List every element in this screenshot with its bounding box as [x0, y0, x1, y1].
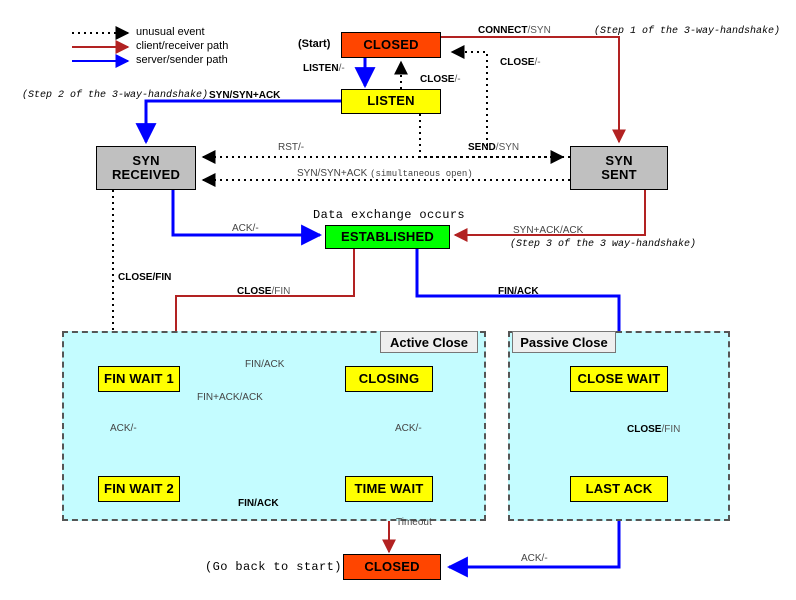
state-syn-sent-line2: SENT	[601, 167, 637, 182]
label-close-fin-passive-action: /FIN	[661, 424, 681, 435]
label-send-syn-event: SEND	[468, 142, 496, 153]
label-fin-ack-ack-text: FIN+ACK/ACK	[197, 392, 263, 403]
label-connect-syn: CONNECT/SYN	[478, 25, 551, 36]
start-annotation: (Start)	[298, 38, 331, 50]
label-timeout: Timeout	[396, 517, 432, 528]
step3-annotation: (Step 3 of the 3 way-handshake)	[510, 239, 697, 250]
label-syn-synack-text: SYN/SYN+ACK	[209, 90, 281, 101]
label-close-dash-mid-action: /-	[454, 74, 461, 85]
label-ack-dash-finwait1: ACK/-	[110, 423, 137, 434]
label-ack-dash-left: ACK/-	[232, 223, 259, 234]
label-rst-dash-text: RST/-	[278, 142, 305, 153]
label-close-dash-right-action: /-	[534, 57, 541, 68]
label-close-fin-mid-event: CLOSE	[237, 286, 272, 297]
tcp-state-diagram: unusual event client/receiver path serve…	[0, 0, 796, 600]
label-close-dash-mid: CLOSE/-	[420, 74, 461, 85]
label-fin-ack-right: FIN/ACK	[498, 286, 539, 297]
edge-synsent-to-closed	[450, 45, 488, 146]
label-close-fin-left-text: CLOSE/FIN	[118, 272, 172, 283]
label-close-fin-left: CLOSE/FIN	[118, 272, 171, 283]
edge-listen-to-synreceived	[135, 99, 341, 145]
state-last-ack[interactable]: LAST ACK	[570, 476, 668, 502]
state-syn-sent[interactable]: SYN SENT	[570, 146, 668, 190]
label-close-dash-right: CLOSE/-	[500, 57, 541, 68]
label-ack-dash-closing-text: ACK/-	[395, 423, 422, 434]
label-close-fin-mid-action: /FIN	[271, 286, 291, 297]
label-fin-ack-bottom-text: FIN/ACK	[238, 498, 279, 509]
state-fin-wait-2[interactable]: FIN WAIT 2	[98, 476, 180, 502]
state-syn-sent-line1: SYN	[605, 152, 633, 168]
state-syn-received[interactable]: SYN RECEIVED	[96, 146, 196, 190]
legend-label-server-path: server/sender path	[136, 54, 228, 66]
label-fin-ack-top-text: FIN/ACK	[245, 359, 285, 370]
label-ack-dash-lastack: ACK/-	[521, 553, 548, 564]
label-syn-synack: SYN/SYN+ACK	[209, 90, 280, 101]
state-closed-bottom[interactable]: CLOSED	[343, 554, 441, 580]
label-close-dash-right-event: CLOSE	[500, 57, 535, 68]
state-listen[interactable]: LISTEN	[341, 89, 441, 114]
label-syn-synack-simultaneous: SYN/SYN+ACK (simultaneous open)	[297, 168, 473, 179]
label-syn-synack-sim-text: SYN/SYN+ACK	[297, 168, 368, 179]
edge-closed-to-synsent	[441, 36, 626, 144]
label-close-fin-passive: CLOSE/FIN	[627, 424, 680, 435]
label-connect-syn-action: /SYN	[527, 25, 551, 36]
label-ack-dash-lastack-text: ACK/-	[521, 553, 548, 564]
label-fin-ack-ack: FIN+ACK/ACK	[197, 392, 263, 403]
step1-annotation: (Step 1 of the 3-way-handshake)	[594, 26, 781, 37]
label-listen-dash: LISTEN/-	[303, 63, 345, 74]
label-connect-syn-event: CONNECT	[478, 25, 528, 36]
label-close-fin-mid: CLOSE/FIN	[237, 286, 290, 297]
state-fin-wait-1[interactable]: FIN WAIT 1	[98, 366, 180, 392]
label-ack-dash-finwait1-text: ACK/-	[110, 423, 137, 434]
label-listen-dash-event: LISTEN	[303, 63, 339, 74]
state-time-wait[interactable]: TIME WAIT	[345, 476, 433, 502]
go-back-to-start-annotation: (Go back to start)	[205, 560, 342, 574]
label-close-fin-passive-event: CLOSE	[627, 424, 662, 435]
label-fin-ack-right-text: FIN/ACK	[498, 286, 539, 297]
state-syn-received-line2: RECEIVED	[111, 167, 181, 182]
data-exchange-annotation: Data exchange occurs	[313, 208, 466, 222]
step2-annotation: (Step 2 of the 3-way-handshake)	[22, 90, 209, 101]
label-fin-ack-bottom: FIN/ACK	[238, 498, 279, 509]
state-closing[interactable]: CLOSING	[345, 366, 433, 392]
label-synack-ack-text: SYN+ACK/ACK	[513, 225, 584, 236]
label-ack-dash-left-text: ACK/-	[232, 223, 259, 234]
label-close-dash-mid-event: CLOSE	[420, 74, 455, 85]
passive-close-panel-title: Passive Close	[512, 331, 616, 353]
label-send-syn-action: /SYN	[495, 142, 520, 153]
label-simultaneous-open-text: (simultaneous open)	[370, 169, 473, 179]
label-listen-dash-action: /-	[338, 63, 345, 74]
state-closed-top[interactable]: CLOSED	[341, 32, 441, 58]
state-syn-received-line1: SYN	[132, 152, 160, 168]
label-send-syn: SEND/SYN	[468, 142, 519, 153]
state-close-wait[interactable]: CLOSE WAIT	[570, 366, 668, 392]
active-close-panel-title: Active Close	[380, 331, 478, 353]
label-timeout-text: Timeout	[396, 517, 432, 528]
label-fin-ack-top: FIN/ACK	[245, 359, 284, 370]
state-established[interactable]: ESTABLISHED	[325, 225, 450, 249]
label-synack-ack: SYN+ACK/ACK	[513, 225, 583, 236]
legend-label-client-path: client/receiver path	[136, 40, 229, 52]
label-rst-dash: RST/-	[278, 142, 304, 153]
label-ack-dash-closing: ACK/-	[395, 423, 422, 434]
legend-label-unusual-event: unusual event	[136, 26, 205, 38]
